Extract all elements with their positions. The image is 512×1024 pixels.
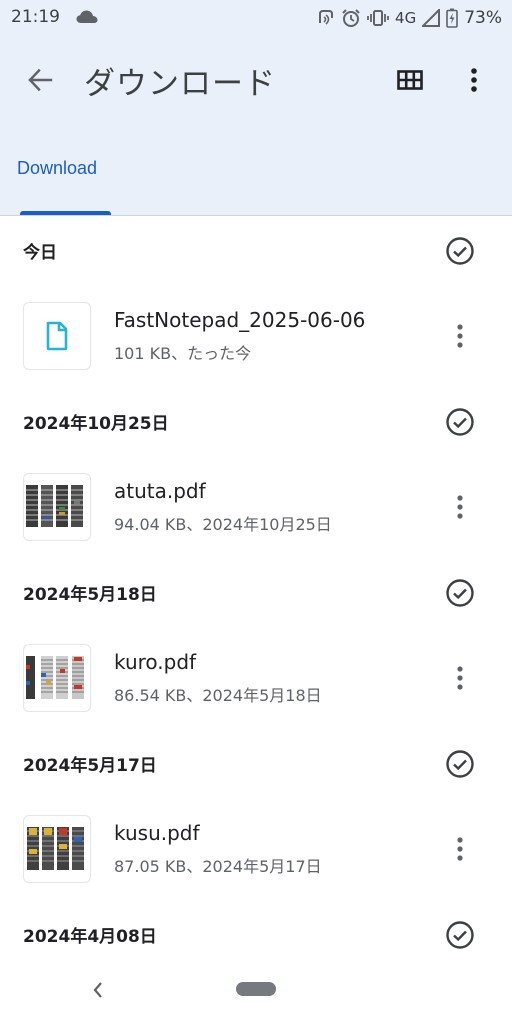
check-circle-icon: [446, 237, 474, 265]
pdf-thumbnail: [23, 815, 91, 883]
battery-percent: 73%: [464, 8, 502, 28]
more-vert-icon: [457, 837, 463, 861]
section-date: 2024年10月25日 atuta.pdf 94.04 KB、2024年10月2…: [0, 387, 512, 558]
status-icons: 4G 73%: [315, 6, 502, 30]
pdf-preview-image: [25, 826, 89, 872]
section-title: 2024年10月25日: [23, 414, 169, 434]
file-row[interactable]: kuro.pdf 86.54 KB、2024年5月18日: [0, 626, 512, 729]
status-time: 21:19: [11, 7, 60, 27]
section-header: 2024年10月25日: [0, 387, 512, 455]
page-title: ダウンロード: [84, 66, 276, 102]
navigation-bar: [0, 960, 512, 1024]
app-bar: ダウンロード: [0, 44, 512, 116]
section-today: 今日 FastNotepad_2025-06-06 101 KB、たった今: [0, 216, 512, 387]
section-title: 今日: [23, 243, 57, 263]
pdf-thumbnail: [23, 473, 91, 541]
file-more-button[interactable]: [444, 658, 476, 698]
more-vert-icon: [457, 666, 463, 690]
section-title: 2024年4月08日: [23, 927, 157, 947]
file-meta: 86.54 KB、2024年5月18日: [114, 686, 322, 705]
select-all-button[interactable]: [442, 746, 478, 782]
more-vert-icon: [457, 324, 463, 348]
nav-back-button[interactable]: [84, 976, 112, 1004]
file-meta: 87.05 KB、2024年5月17日: [114, 857, 322, 876]
check-circle-icon: [446, 750, 474, 778]
file-name: kusu.pdf: [114, 821, 200, 845]
chevron-left-icon: [93, 982, 102, 998]
section-date: 2024年4月08日: [0, 900, 512, 968]
section-header: 2024年5月17日: [0, 729, 512, 797]
vibrate-icon: [367, 10, 389, 26]
pdf-preview-image: [25, 655, 89, 701]
check-circle-icon: [446, 408, 474, 436]
section-title: 2024年5月18日: [23, 585, 157, 605]
file-name: atuta.pdf: [114, 479, 206, 503]
file-more-button[interactable]: [444, 316, 476, 356]
file-more-button[interactable]: [444, 829, 476, 869]
file-row[interactable]: atuta.pdf 94.04 KB、2024年10月25日: [0, 455, 512, 558]
file-meta: 101 KB、たった今: [114, 344, 252, 363]
back-button[interactable]: [18, 58, 62, 102]
section-header: 今日: [0, 216, 512, 284]
select-all-button[interactable]: [442, 233, 478, 269]
section-date: 2024年5月17日 kusu.pdf 87.05 KB、2024年5月17日: [0, 729, 512, 900]
battery-icon: [446, 8, 459, 28]
section-header: 2024年5月18日: [0, 558, 512, 626]
nfc-icon: [319, 10, 334, 25]
file-more-button[interactable]: [444, 487, 476, 527]
tab-download[interactable]: Download: [16, 150, 111, 216]
select-all-button[interactable]: [442, 575, 478, 611]
check-circle-icon: [446, 579, 474, 607]
pdf-thumbnail: [23, 644, 91, 712]
tab-download-label: Download: [17, 158, 98, 178]
more-vert-icon: [457, 495, 463, 519]
document-icon: [46, 321, 68, 351]
nav-home-pill[interactable]: [236, 982, 276, 996]
section-title: 2024年5月17日: [23, 756, 157, 776]
select-all-button[interactable]: [442, 917, 478, 953]
file-list: 今日 FastNotepad_2025-06-06 101 KB、たった今 20…: [0, 216, 512, 968]
network-type: 4G: [395, 9, 417, 27]
file-meta: 94.04 KB、2024年10月25日: [114, 515, 332, 534]
select-all-button[interactable]: [442, 404, 478, 440]
grid-view-icon: [397, 70, 423, 90]
arrow-back-icon: [28, 68, 53, 92]
top-app-area: 21:19 4G 73% ダウンロード Download: [0, 0, 512, 216]
alarm-icon: [342, 9, 360, 27]
section-date: 2024年5月18日 kuro.pdf 86.54 KB、2024年5月18日: [0, 558, 512, 729]
signal-icon: [422, 9, 441, 27]
status-bar: 21:19 4G 73%: [0, 0, 512, 36]
file-row[interactable]: kusu.pdf 87.05 KB、2024年5月17日: [0, 797, 512, 900]
section-header: 2024年4月08日: [0, 900, 512, 968]
file-name: FastNotepad_2025-06-06: [114, 308, 366, 332]
file-row[interactable]: FastNotepad_2025-06-06 101 KB、たった今: [0, 284, 512, 387]
file-name: kuro.pdf: [114, 650, 197, 674]
more-options-button[interactable]: [452, 58, 496, 102]
check-circle-icon: [446, 921, 474, 949]
more-vert-icon: [471, 68, 477, 92]
grid-view-button[interactable]: [386, 58, 434, 102]
file-thumbnail: [23, 302, 91, 370]
cloud-icon: [76, 10, 98, 23]
pdf-preview-image: [25, 485, 89, 529]
